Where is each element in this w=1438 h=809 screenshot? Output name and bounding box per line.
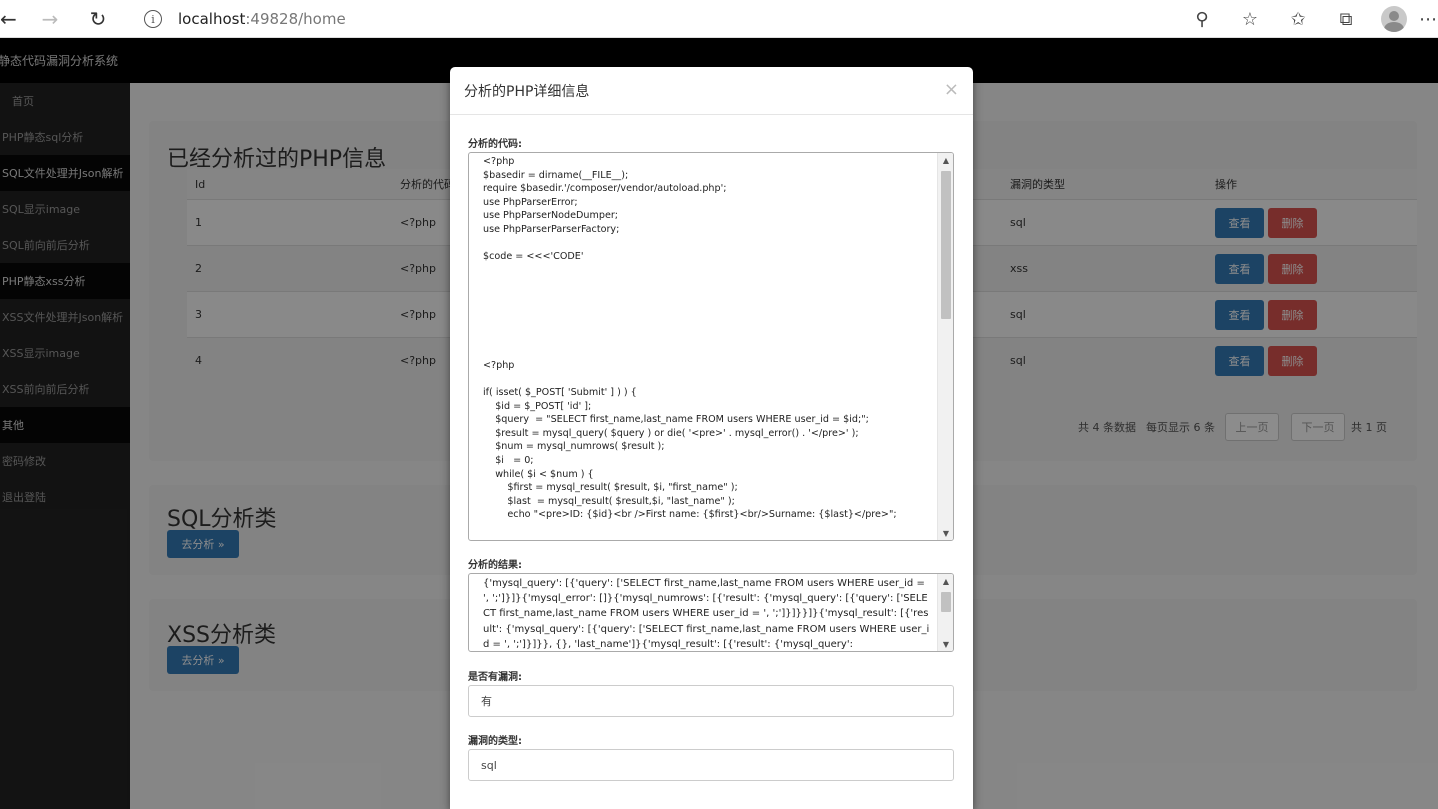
url-path: :49828/home xyxy=(245,10,346,28)
scroll-down-icon[interactable]: ▼ xyxy=(938,637,953,651)
result-label: 分析的结果: xyxy=(468,560,522,571)
type-label: 漏洞的类型: xyxy=(468,736,522,747)
favorites-icon[interactable]: ✩ xyxy=(1274,0,1322,38)
scroll-thumb[interactable] xyxy=(941,171,951,319)
detail-modal: 分析的PHP详细信息 × 分析的代码: <?php $basedir = dir… xyxy=(450,67,973,809)
scroll-thumb[interactable] xyxy=(941,592,951,612)
type-field[interactable]: sql xyxy=(468,749,954,781)
address-bar[interactable]: i localhost:49828/home xyxy=(130,0,346,38)
code-scrollbar[interactable]: ▲ ▼ xyxy=(937,153,953,540)
scroll-up-icon[interactable]: ▲ xyxy=(938,153,953,167)
code-label: 分析的代码: xyxy=(468,139,522,150)
result-scrollbar[interactable]: ▲ ▼ xyxy=(937,574,953,651)
scroll-up-icon[interactable]: ▲ xyxy=(938,574,953,588)
collections-icon[interactable]: ⧉ xyxy=(1322,0,1370,38)
avatar[interactable] xyxy=(1381,6,1407,32)
zoom-icon[interactable]: ⚲ xyxy=(1178,0,1226,38)
code-textarea[interactable]: <?php $basedir = dirname(__FILE__); requ… xyxy=(468,152,954,541)
browser-tools: ⚲ ☆ ✩ ⧉ ⋯ xyxy=(1178,0,1438,38)
result-textarea[interactable]: {'mysql_query': [{'query': ['SELECT firs… xyxy=(468,573,954,652)
code-content: <?php $basedir = dirname(__FILE__); requ… xyxy=(483,156,897,521)
vuln-field[interactable]: 有 xyxy=(468,685,954,717)
reload-icon[interactable]: ↻ xyxy=(78,0,118,38)
profile-icon[interactable] xyxy=(1370,0,1418,38)
add-favorite-icon[interactable]: ☆ xyxy=(1226,0,1274,38)
url-host: localhost xyxy=(178,10,246,28)
scroll-down-icon[interactable]: ▼ xyxy=(938,526,953,540)
more-icon[interactable]: ⋯ xyxy=(1418,0,1438,38)
site-info-icon[interactable]: i xyxy=(144,10,162,28)
result-content: {'mysql_query': [{'query': ['SELECT firs… xyxy=(483,578,930,650)
vuln-label: 是否有漏洞: xyxy=(468,672,522,683)
forward-icon[interactable]: → xyxy=(30,0,70,38)
modal-header: 分析的PHP详细信息 × xyxy=(450,67,973,115)
browser-toolbar: ← → ↻ i localhost:49828/home ⚲ ☆ ✩ ⧉ ⋯ xyxy=(0,0,1438,38)
back-icon[interactable]: ← xyxy=(0,0,20,38)
close-icon[interactable]: × xyxy=(944,79,959,100)
modal-title: 分析的PHP详细信息 xyxy=(464,83,590,100)
